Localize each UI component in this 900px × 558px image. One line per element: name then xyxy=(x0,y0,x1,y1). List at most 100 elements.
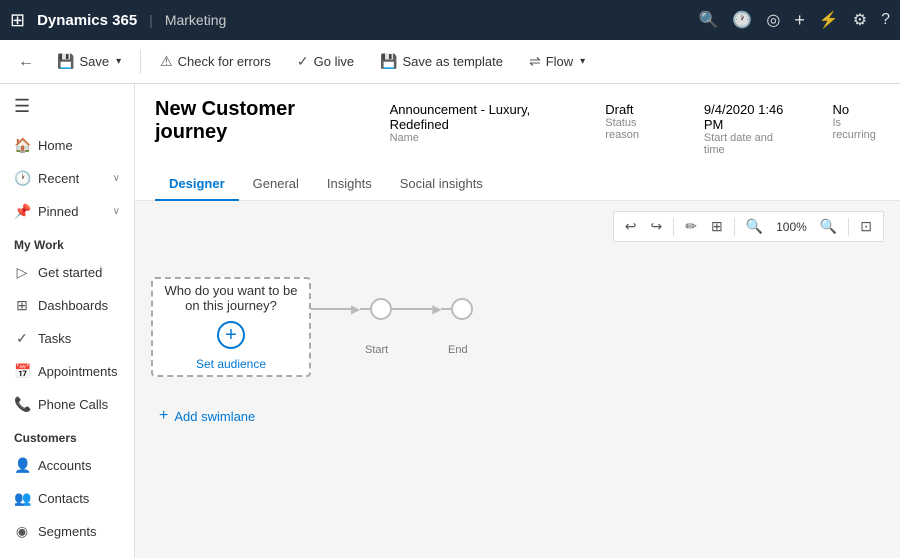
sidebar-item-home[interactable]: 🏠 Home xyxy=(0,129,134,162)
start-circle xyxy=(370,298,392,320)
zoom-in-button[interactable]: 🔍 xyxy=(815,215,842,238)
add-swimlane-plus-icon: + xyxy=(159,407,168,425)
phone-icon: 📞 xyxy=(14,396,30,413)
topbar-icons: 🔍 🕐 ◎ + ⚡ ⚙ ? xyxy=(699,10,891,31)
grid-view-button[interactable]: ⊞ xyxy=(706,215,728,238)
save-template-button[interactable]: 💾 Save as template xyxy=(369,47,514,76)
meta-recurring-label: Is recurring xyxy=(833,117,881,141)
sidebar-item-tasks[interactable]: ✓ Tasks xyxy=(0,322,134,355)
flow-caret[interactable]: ▾ xyxy=(580,56,585,67)
designer-toolbar: ↩ ↪ ✏ ⊞ 🔍 100% 🔍 ⊡ xyxy=(613,211,884,242)
sidebar-item-segments[interactable]: ◉ Segments xyxy=(0,515,134,548)
sidebar-item-subscription-lists[interactable]: 📋 Subscription lists xyxy=(0,548,134,558)
sidebar-item-accounts[interactable]: 👤 Accounts xyxy=(0,449,134,482)
designer-area: ↩ ↪ ✏ ⊞ 🔍 100% 🔍 ⊡ Who do you want to be xyxy=(135,201,900,558)
journey-arrow-end: ▶ End xyxy=(392,298,473,356)
brand-label: Dynamics 365 xyxy=(37,12,137,29)
template-icon: 💾 xyxy=(380,53,397,70)
tab-insights[interactable]: Insights xyxy=(313,168,386,201)
home-icon: 🏠 xyxy=(14,137,30,154)
page-title: New Customer journey xyxy=(155,98,350,144)
zoom-level: 100% xyxy=(772,217,811,237)
page-header: New Customer journey Announcement - Luxu… xyxy=(135,84,900,201)
recent-icon: 🕐 xyxy=(14,170,30,187)
sidebar-item-label: Segments xyxy=(38,524,97,539)
sidebar-item-recent[interactable]: 🕐 Recent ∨ xyxy=(0,162,134,195)
set-audience-plus[interactable]: + xyxy=(217,321,245,349)
check-errors-button[interactable]: ⚠ Check for errors xyxy=(149,47,282,76)
brand-separator: | xyxy=(149,12,153,28)
sidebar-item-dashboards[interactable]: ⊞ Dashboards xyxy=(0,289,134,322)
main-layout: ☰ 🏠 Home 🕐 Recent ∨ 📌 Pinned ∨ My Work ▷… xyxy=(0,84,900,558)
sidebar-item-pinned[interactable]: 📌 Pinned ∨ xyxy=(0,195,134,228)
check-icon: ⚠ xyxy=(160,53,173,70)
content-area: New Customer journey Announcement - Luxu… xyxy=(135,84,900,558)
back-button[interactable]: ← xyxy=(10,48,42,76)
tab-designer[interactable]: Designer xyxy=(155,168,239,201)
go-live-icon: ✓ xyxy=(297,53,309,70)
set-audience-link[interactable]: Set audience xyxy=(196,357,266,371)
module-label: Marketing xyxy=(165,12,226,28)
dashboards-icon: ⊞ xyxy=(14,297,30,314)
save-caret[interactable]: ▾ xyxy=(116,56,121,67)
filter-icon[interactable]: ⚡ xyxy=(819,10,839,30)
add-icon[interactable]: + xyxy=(794,10,805,31)
undo-button[interactable]: ↩ xyxy=(620,215,642,238)
journey-arrow-start: ▶ Start xyxy=(311,298,392,356)
meta-name-value: Announcement - Luxury, Redefined xyxy=(390,102,566,132)
save-button[interactable]: 💾 Save ▾ xyxy=(46,47,132,76)
end-circle xyxy=(451,298,473,320)
settings-icon[interactable]: ⚙ xyxy=(853,10,867,30)
add-swimlane-button[interactable]: + Add swimlane xyxy=(151,403,884,429)
hamburger-icon[interactable]: ☰ xyxy=(0,84,134,129)
flow-icon: ⇌ xyxy=(529,53,541,70)
go-live-button[interactable]: ✓ Go live xyxy=(286,47,365,76)
edit-button[interactable]: ✏ xyxy=(680,215,702,238)
help-icon[interactable]: ? xyxy=(881,11,890,29)
expand-icon: ∨ xyxy=(113,206,120,217)
meta-date-value: 9/4/2020 1:46 PM xyxy=(704,102,793,132)
search-icon[interactable]: 🔍 xyxy=(699,10,719,30)
sidebar-item-get-started[interactable]: ▷ Get started xyxy=(0,256,134,289)
accounts-icon: 👤 xyxy=(14,457,30,474)
sidebar-item-label: Contacts xyxy=(38,491,89,506)
toolbar-divider-1 xyxy=(140,50,141,74)
sidebar-item-label: Tasks xyxy=(38,331,71,346)
meta-name: Announcement - Luxury, Redefined Name xyxy=(390,102,566,156)
redo-button[interactable]: ↪ xyxy=(645,215,667,238)
sidebar-item-label: Dashboards xyxy=(38,298,108,313)
fullscreen-button[interactable]: ⊡ xyxy=(855,215,877,238)
sidebar-item-label: Home xyxy=(38,138,73,153)
sidebar-item-label: Pinned xyxy=(38,204,78,219)
tasks-icon: ✓ xyxy=(14,330,30,347)
tabs: Designer General Insights Social insight… xyxy=(155,168,880,200)
appointments-icon: 📅 xyxy=(14,363,30,380)
audience-box[interactable]: Who do you want to be on this journey? +… xyxy=(151,277,311,377)
sidebar-item-label: Appointments xyxy=(38,364,118,379)
sidebar-item-appointments[interactable]: 📅 Appointments xyxy=(0,355,134,388)
tab-social-insights[interactable]: Social insights xyxy=(386,168,497,201)
tab-general[interactable]: General xyxy=(239,168,313,201)
dtb-separator-2 xyxy=(734,218,735,236)
audience-text: Who do you want to be on this journey? xyxy=(153,283,309,313)
sidebar-item-label: Recent xyxy=(38,171,79,186)
topbar: ⊞ Dynamics 365 | Marketing 🔍 🕐 ◎ + ⚡ ⚙ ? xyxy=(0,0,900,40)
swimlane: Who do you want to be on this journey? +… xyxy=(151,267,884,387)
grid-icon[interactable]: ⊞ xyxy=(10,10,25,31)
arrow-line-2 xyxy=(392,308,432,310)
sidebar-item-label: Phone Calls xyxy=(38,397,108,412)
sidebar-item-contacts[interactable]: 👥 Contacts xyxy=(0,482,134,515)
meta-name-label: Name xyxy=(390,132,566,144)
zoom-out-button[interactable]: 🔍 xyxy=(741,215,768,238)
pin-icon: 📌 xyxy=(14,203,30,220)
get-started-icon: ▷ xyxy=(14,264,30,281)
flow-button[interactable]: ⇌ Flow ▾ xyxy=(518,47,596,76)
add-swimlane-label: Add swimlane xyxy=(174,409,255,424)
sidebar: ☰ 🏠 Home 🕐 Recent ∨ 📌 Pinned ∨ My Work ▷… xyxy=(0,84,135,558)
meta-status-value: Draft xyxy=(605,102,664,117)
location-icon[interactable]: ◎ xyxy=(766,10,780,30)
action-toolbar: ← 💾 Save ▾ ⚠ Check for errors ✓ Go live … xyxy=(0,40,900,84)
recent-icon[interactable]: 🕐 xyxy=(732,10,752,30)
sidebar-item-label: Get started xyxy=(38,265,102,280)
sidebar-item-phone-calls[interactable]: 📞 Phone Calls xyxy=(0,388,134,421)
